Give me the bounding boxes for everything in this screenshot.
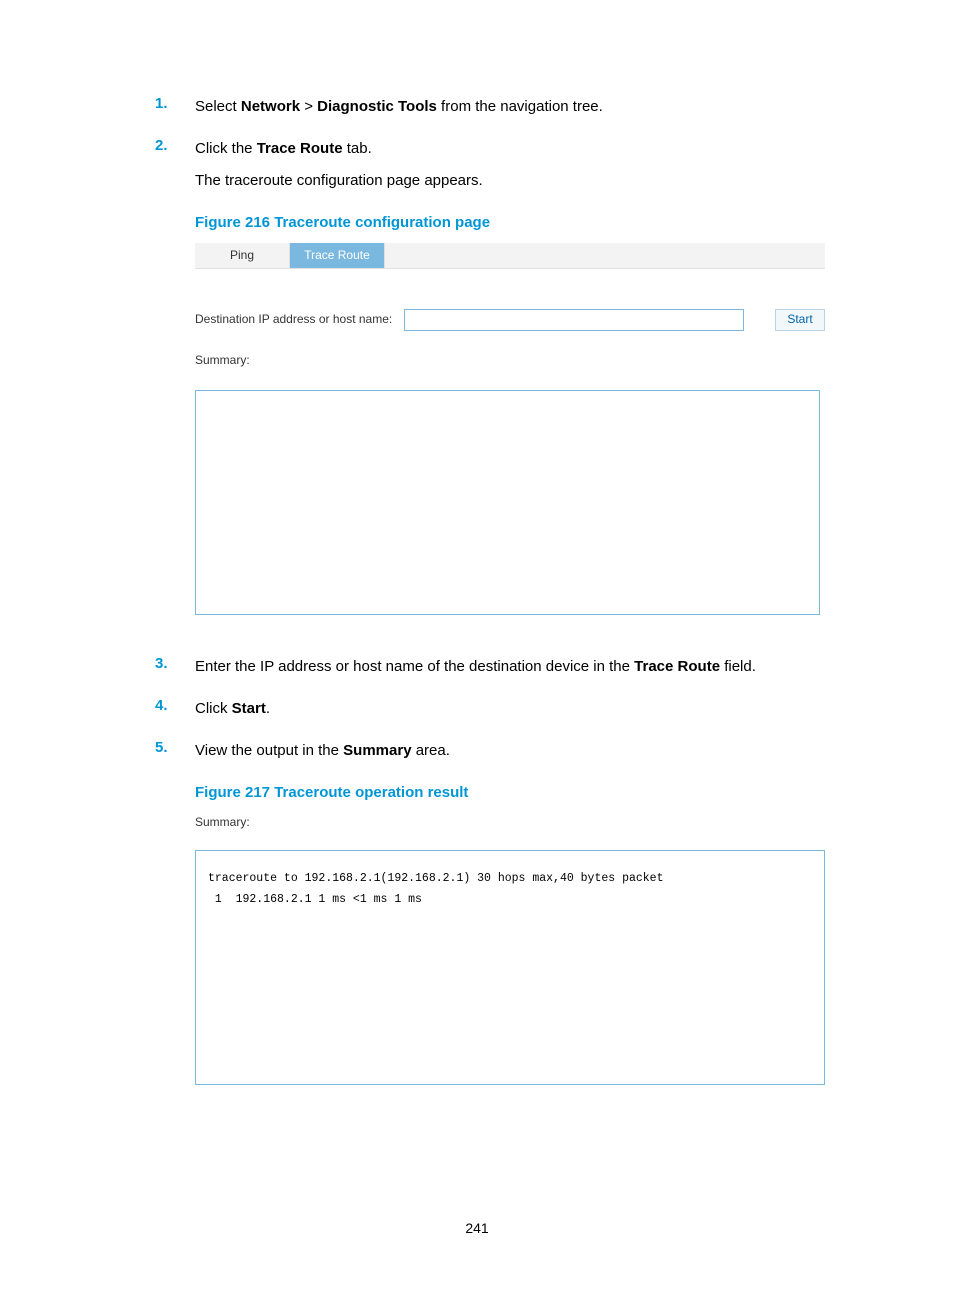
step-5: 5. View the output in the Summary area. … — [155, 739, 834, 1085]
step-text: Click the Trace Route tab. — [195, 137, 834, 161]
tab-trace-route[interactable]: Trace Route — [290, 243, 385, 268]
step-text: View the output in the Summary area. — [195, 739, 834, 763]
traceroute-output: traceroute to 192.168.2.1(192.168.2.1) 3… — [195, 850, 825, 1085]
step-number: 3. — [155, 655, 195, 687]
summary-label: Summary: — [195, 813, 825, 832]
destination-input[interactable] — [404, 309, 744, 331]
page-number: 241 — [0, 1220, 954, 1236]
step-number: 2. — [155, 137, 195, 645]
start-button[interactable]: Start — [775, 309, 825, 331]
tab-bar: Ping Trace Route — [195, 243, 825, 269]
step-3: 3. Enter the IP address or host name of … — [155, 655, 834, 687]
step-text: Enter the IP address or host name of the… — [195, 655, 834, 679]
summary-output-box — [195, 390, 820, 615]
step-number: 1. — [155, 95, 195, 127]
figure-217: Summary: traceroute to 192.168.2.1(192.1… — [195, 813, 825, 1085]
figure-216-caption: Figure 216 Traceroute configuration page — [195, 211, 834, 235]
step-text: Click Start. — [195, 697, 834, 721]
destination-label: Destination IP address or host name: — [195, 310, 392, 329]
figure-217-caption: Figure 217 Traceroute operation result — [195, 781, 834, 805]
tab-ping[interactable]: Ping — [195, 243, 290, 268]
summary-label: Summary: — [195, 351, 825, 370]
figure-216: Ping Trace Route Destination IP address … — [195, 243, 825, 615]
step-2: 2. Click the Trace Route tab. The tracer… — [155, 137, 834, 645]
destination-row: Destination IP address or host name: Sta… — [195, 309, 825, 331]
step-text: Select Network > Diagnostic Tools from t… — [195, 95, 834, 119]
step-number: 5. — [155, 739, 195, 1085]
step-1: 1. Select Network > Diagnostic Tools fro… — [155, 95, 834, 127]
step-note: The traceroute configuration page appear… — [195, 169, 834, 193]
step-number: 4. — [155, 697, 195, 729]
step-4: 4. Click Start. — [155, 697, 834, 729]
